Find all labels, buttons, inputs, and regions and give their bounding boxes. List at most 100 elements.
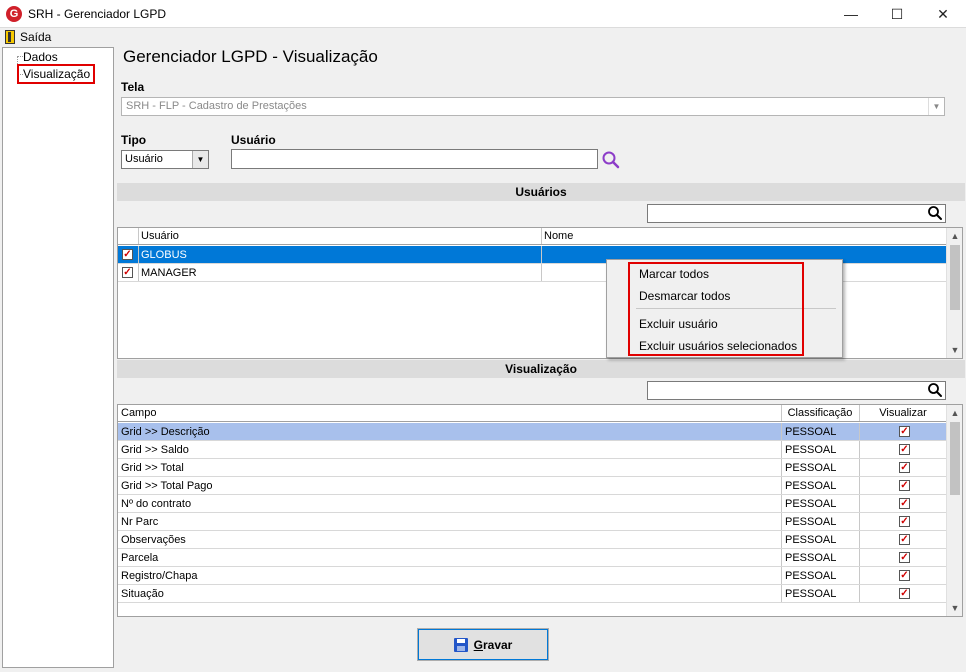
users-grid-scrollbar[interactable]: ▲ ▼ [946,228,962,358]
classification-cell: PESSOAL [785,444,837,456]
visualizar-checkbox[interactable]: ✓ [899,534,910,545]
column-divider [859,531,860,548]
classification-cell: PESSOAL [785,552,837,564]
column-header-classificacao[interactable]: Classificação [781,405,859,421]
row-checkbox[interactable]: ✓ [122,267,133,278]
context-menu: Marcar todos Desmarcar todos Excluir usu… [606,259,843,358]
column-header-usuario[interactable]: Usuário [141,228,541,244]
table-row[interactable]: Registro/Chapa PESSOAL ✓ [118,567,947,585]
column-divider [541,228,542,244]
column-divider [541,246,542,263]
field-name-cell: Nr Parc [121,516,159,528]
search-icon[interactable] [927,205,943,221]
column-divider [859,567,860,584]
chevron-down-icon[interactable]: ▼ [192,151,208,168]
minimize-button[interactable]: — [828,0,874,28]
column-divider [859,423,860,440]
visualizar-checkbox[interactable]: ✓ [899,552,910,563]
view-search-input[interactable] [647,381,946,400]
page-title: Gerenciador LGPD - Visualização [123,47,378,66]
row-checkbox[interactable]: ✓ [122,249,133,260]
column-divider [781,459,782,476]
tela-label: Tela [121,80,145,94]
visualizar-checkbox[interactable]: ✓ [899,516,910,527]
window-title: SRH - Gerenciador LGPD [28,6,167,21]
classification-cell: PESSOAL [785,570,837,582]
table-row[interactable]: Grid >> Saldo PESSOAL ✓ [118,441,947,459]
usuario-input[interactable] [231,149,598,169]
table-row[interactable]: Parcela PESSOAL ✓ [118,549,947,567]
classification-cell: PESSOAL [785,426,837,438]
save-button-label: Gravar [473,637,513,652]
tipo-select[interactable]: Usuário ▼ [121,150,209,169]
close-button[interactable]: ✕ [920,0,966,28]
visualizar-checkbox[interactable]: ✓ [899,462,910,473]
search-icon[interactable] [927,382,943,398]
scroll-thumb[interactable] [950,245,960,310]
column-divider [781,477,782,494]
nav-item-dados[interactable]: Dados [23,50,58,64]
field-name-cell: Grid >> Descrição [121,426,210,438]
scroll-down-icon[interactable]: ▼ [947,600,962,616]
visualizar-checkbox[interactable]: ✓ [899,480,910,491]
column-divider [781,531,782,548]
column-divider [859,549,860,566]
column-header-nome[interactable]: Nome [544,228,844,244]
column-divider [859,513,860,530]
field-name-cell: Parcela [121,552,159,564]
column-divider [859,459,860,476]
users-grid-header: Usuário Nome [118,228,947,245]
maximize-button[interactable]: ☐ [874,0,920,28]
exit-door-icon[interactable] [5,30,15,44]
column-divider [138,228,139,244]
view-section-header: Visualização [117,360,965,378]
column-divider [781,495,782,512]
fields-grid-header: Campo Classificação Visualizar [118,405,947,422]
visualizar-checkbox[interactable]: ✓ [899,426,910,437]
menu-highlight-box [628,262,804,356]
search-icon[interactable] [601,150,621,170]
table-row[interactable]: Grid >> Total Pago PESSOAL ✓ [118,477,947,495]
column-divider [781,441,782,458]
column-divider [859,441,860,458]
column-divider [781,549,782,566]
scroll-up-icon[interactable]: ▲ [947,228,962,244]
field-name-cell: Grid >> Total [121,462,184,474]
column-divider [859,495,860,512]
column-divider [138,264,139,281]
column-divider [859,585,860,602]
table-row[interactable]: Situação PESSOAL ✓ [118,585,947,603]
column-divider [781,585,782,602]
fields-grid-scrollbar[interactable]: ▲ ▼ [946,405,962,616]
table-row[interactable]: Observações PESSOAL ✓ [118,531,947,549]
user-login-cell: MANAGER [141,267,197,279]
table-row[interactable]: Grid >> Descrição PESSOAL ✓ [118,423,947,441]
scroll-down-icon[interactable]: ▼ [947,342,962,358]
visualizar-checkbox[interactable]: ✓ [899,498,910,509]
column-header-campo[interactable]: Campo [121,405,776,421]
scroll-thumb[interactable] [950,422,960,495]
menu-exit[interactable]: Saída [20,30,51,44]
chevron-down-icon: ▼ [928,98,944,115]
users-section-header: Usuários [117,183,965,201]
column-divider [859,477,860,494]
app-logo-icon: G [6,5,22,22]
menu-bar: Saída [0,28,966,46]
column-header-visualizar[interactable]: Visualizar [859,405,947,421]
field-name-cell: Nº do contrato [121,498,192,510]
tipo-select-value: Usuário [125,153,163,165]
user-login-cell: GLOBUS [141,249,187,261]
users-search-input[interactable] [647,204,946,223]
classification-cell: PESSOAL [785,534,837,546]
table-row[interactable]: Nº do contrato PESSOAL ✓ [118,495,947,513]
visualizar-checkbox[interactable]: ✓ [899,570,910,581]
table-row[interactable]: Grid >> Total PESSOAL ✓ [118,459,947,477]
field-name-cell: Situação [121,588,164,600]
table-row[interactable]: Nr Parc PESSOAL ✓ [118,513,947,531]
scroll-up-icon[interactable]: ▲ [947,405,962,421]
save-button[interactable]: Gravar [417,628,549,661]
visualizar-checkbox[interactable]: ✓ [899,444,910,455]
column-divider [781,567,782,584]
visualizar-checkbox[interactable]: ✓ [899,588,910,599]
column-divider [138,246,139,263]
